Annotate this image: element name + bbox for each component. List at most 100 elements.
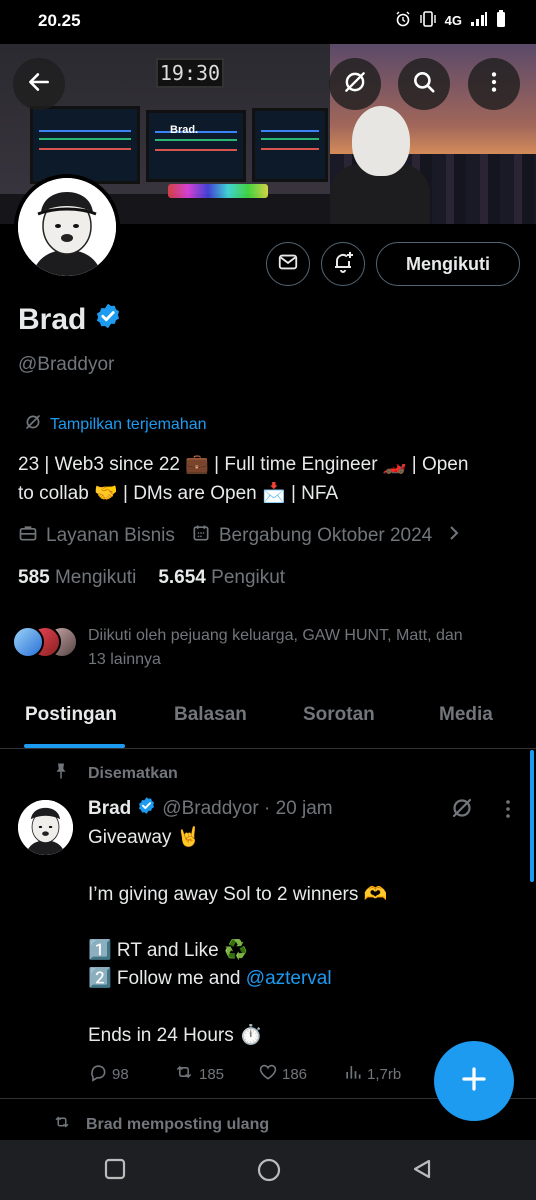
banner-keyboard xyxy=(168,184,268,198)
pinned-indicator: Disematkan xyxy=(52,762,178,785)
battery-icon xyxy=(496,10,506,31)
repost-icon xyxy=(173,1062,195,1086)
message-button[interactable] xyxy=(266,242,310,286)
avatar-image xyxy=(18,178,116,276)
more-vertical-icon xyxy=(481,69,507,100)
verified-badge-icon[interactable] xyxy=(94,302,122,338)
followed-by-line: 13 lainnya xyxy=(88,651,161,668)
repost-icon xyxy=(52,1113,72,1136)
tab-media[interactable]: Media xyxy=(439,704,493,726)
scrollbar[interactable] xyxy=(530,750,534,882)
grok-icon[interactable] xyxy=(450,796,474,825)
vibrate-icon xyxy=(419,11,437,30)
banner-clock: 19:30 xyxy=(156,58,224,88)
back-nav-icon[interactable] xyxy=(411,1158,433,1185)
signal-icon xyxy=(470,11,488,30)
more-options-button[interactable] xyxy=(468,58,520,110)
network-type: 4G xyxy=(444,13,462,28)
tab-highlights[interactable]: Sorotan xyxy=(303,704,375,726)
reply-count: 98 xyxy=(112,1065,129,1083)
business-label: Layanan Bisnis xyxy=(46,525,175,546)
translate-label: Tampilkan terjemahan xyxy=(50,415,207,433)
repost-button[interactable]: 185 xyxy=(173,1062,258,1086)
post-line-prefix: 2️⃣ Follow me and xyxy=(88,968,246,990)
reply-icon xyxy=(88,1062,108,1086)
profile-bio: 23 | Web3 since 22 💼 | Full time Enginee… xyxy=(18,450,518,508)
tab-replies[interactable]: Balasan xyxy=(174,704,247,726)
plus-icon xyxy=(459,1064,489,1099)
views-button[interactable]: 1,7rb xyxy=(343,1062,428,1086)
join-date-label: Bergabung Oktober 2024 xyxy=(218,525,433,546)
followed-by[interactable]: Diikuti oleh pejuang keluarga, GAW HUNT,… xyxy=(12,624,522,672)
calendar-icon xyxy=(191,523,211,549)
status-icons: 4G xyxy=(395,10,506,31)
compose-button[interactable] xyxy=(434,1041,514,1121)
following-count-link[interactable]: 585 Mengikuti xyxy=(18,567,136,589)
grok-icon xyxy=(342,69,368,100)
like-count: 186 xyxy=(282,1065,308,1083)
post-author-name[interactable]: Brad xyxy=(88,798,131,820)
post-actions: 98 185 186 1,7rb xyxy=(88,1062,428,1086)
repost-label: Brad memposting ulang xyxy=(86,1115,270,1133)
bio-line: to collab 🤝 | DMs are Open 📩 | NFA xyxy=(18,483,339,504)
following-count-label: Mengikuti xyxy=(54,567,137,588)
post-line: I’m giving away Sol to 2 winners 🫶 xyxy=(88,883,388,905)
mention-link[interactable]: @azterval xyxy=(246,968,332,989)
follow-counts: 585 Mengikuti 5.654 Pengikut xyxy=(18,567,285,589)
followers-count-link[interactable]: 5.654 Pengikut xyxy=(158,567,285,589)
followers-count: 5.654 xyxy=(158,567,206,588)
recent-apps-icon[interactable] xyxy=(104,1158,126,1185)
followed-by-text: Diikuti oleh pejuang keluarga, GAW HUNT,… xyxy=(88,624,463,672)
post-line: Ends in 24 Hours ⏱️ xyxy=(88,1025,263,1047)
banner-character-head xyxy=(352,106,410,176)
profile-name-text: Brad xyxy=(18,303,87,336)
post-handle-time: @Braddyor · 20 jam xyxy=(162,797,333,819)
views-icon xyxy=(343,1062,363,1086)
post-more-icon[interactable] xyxy=(498,798,518,825)
status-bar: 20.25 4G xyxy=(0,0,536,44)
followed-by-avatars xyxy=(12,624,78,660)
alarm-icon xyxy=(395,11,411,30)
profile-avatar[interactable] xyxy=(14,174,120,280)
post-line: 1️⃣ RT and Like ♻️ xyxy=(88,940,248,962)
reply-button[interactable]: 98 xyxy=(88,1062,173,1086)
bell-plus-icon xyxy=(331,250,355,279)
bio-line: 23 | Web3 since 22 💼 | Full time Enginee… xyxy=(18,454,469,475)
post-author-avatar[interactable] xyxy=(18,800,73,855)
system-navigation-bar xyxy=(0,1140,536,1200)
arrow-left-icon xyxy=(26,69,52,100)
pin-icon xyxy=(52,762,70,785)
avatar xyxy=(12,626,44,658)
like-button[interactable]: 186 xyxy=(258,1062,343,1086)
join-date: Bergabung Oktober 2024 xyxy=(191,523,432,549)
heart-icon xyxy=(258,1062,278,1086)
verified-badge-icon xyxy=(137,796,156,821)
views-count: 1,7rb xyxy=(367,1065,402,1083)
post-line: Giveaway 🤘 xyxy=(88,827,201,848)
profile-name: Brad xyxy=(18,302,122,338)
chevron-right-icon[interactable] xyxy=(446,524,462,548)
status-time: 20.25 xyxy=(38,11,81,30)
followed-by-line: Diikuti oleh pejuang keluarga, GAW HUNT,… xyxy=(88,627,463,644)
post-line-mention: 2️⃣ Follow me and @azterval xyxy=(88,965,508,993)
pinned-label: Disematkan xyxy=(88,764,178,782)
grok-button[interactable] xyxy=(329,58,381,110)
following-button[interactable]: Mengikuti xyxy=(376,242,520,286)
mail-icon xyxy=(277,251,299,278)
business-info[interactable]: Layanan Bisnis xyxy=(18,523,175,549)
back-button[interactable] xyxy=(13,58,65,110)
briefcase-icon xyxy=(18,523,38,549)
translate-link[interactable]: Tampilkan terjemahan xyxy=(24,413,207,436)
notification-button[interactable] xyxy=(321,242,365,286)
home-icon[interactable] xyxy=(256,1157,282,1188)
following-count: 585 xyxy=(18,567,50,588)
banner-monitor xyxy=(252,108,328,182)
banner-monitor xyxy=(30,106,140,184)
tab-posts[interactable]: Postingan xyxy=(25,704,117,726)
profile-handle: @Braddyor xyxy=(18,354,115,375)
tab-indicator xyxy=(24,744,125,748)
search-button[interactable] xyxy=(398,58,450,110)
